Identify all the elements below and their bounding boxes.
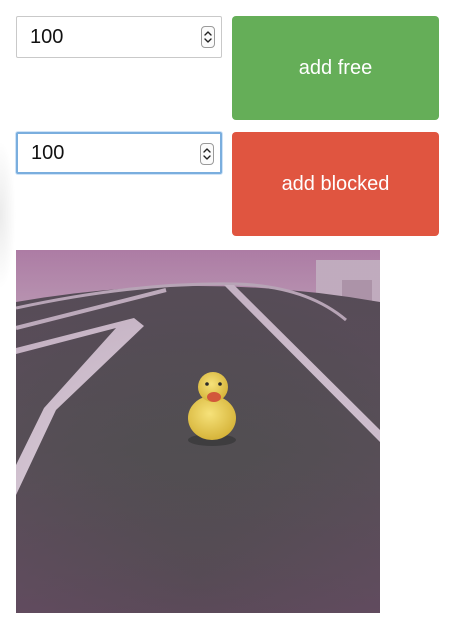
blocked-row: add blocked — [16, 132, 440, 238]
add-free-button[interactable]: add free — [232, 16, 439, 120]
edge-shadow — [0, 140, 16, 290]
camera-scene — [16, 250, 380, 613]
collision-label-panel: add free add blocked — [0, 0, 450, 626]
blocked-count-field[interactable] — [16, 132, 222, 174]
blocked-count-input[interactable] — [31, 134, 201, 172]
free-row: add free — [16, 16, 440, 122]
free-count-field[interactable] — [16, 16, 222, 58]
camera-image — [16, 250, 380, 613]
up-down-stepper-icon[interactable] — [200, 143, 214, 165]
up-down-stepper-icon[interactable] — [201, 26, 215, 48]
add-blocked-button[interactable]: add blocked — [232, 132, 439, 236]
free-count-input[interactable] — [30, 17, 200, 57]
